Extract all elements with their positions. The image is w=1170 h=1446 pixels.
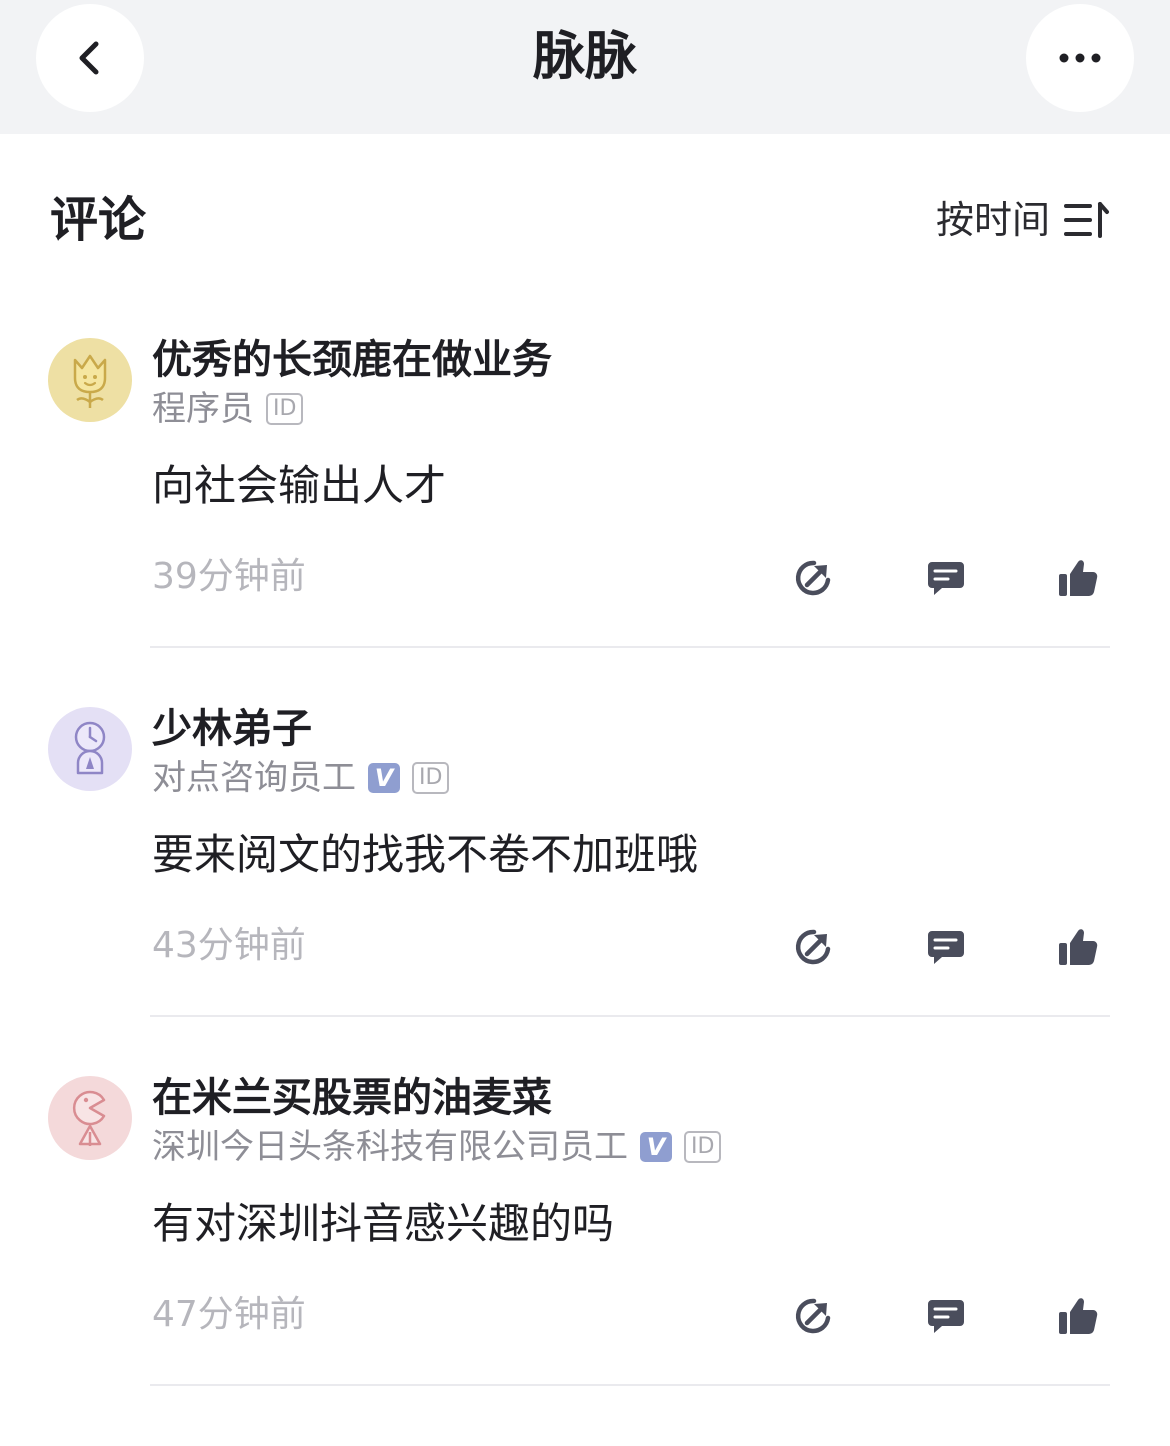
like-button[interactable] (1056, 925, 1100, 969)
sort-icon (1064, 202, 1109, 238)
id-badge: ID (412, 762, 450, 794)
comment-item: 优秀的长颈鹿在做业务 程序员 ID 向社会输出人才 39分钟前 (0, 337, 1170, 708)
page-title: 脉脉 (532, 27, 637, 87)
top-bar: 脉脉 (0, 0, 1170, 134)
author-name[interactable]: 优秀的长颈鹿在做业务 (152, 332, 552, 388)
divider (150, 1015, 1110, 1017)
more-button[interactable] (1026, 4, 1134, 112)
share-button[interactable] (792, 1294, 836, 1338)
comment-item: 在米兰买股票的油麦菜 深圳今日头条科技有限公司员工 V ID 有对深圳抖音感兴趣… (0, 1075, 1170, 1446)
sort-button[interactable]: 按时间 (936, 192, 1110, 248)
comments-header: 评论 按时间 (0, 180, 1170, 260)
avatar[interactable] (48, 1076, 132, 1160)
avatar[interactable] (48, 707, 132, 791)
author-meta: 程序员 ID (152, 386, 304, 432)
reply-button[interactable] (924, 556, 968, 600)
reply-icon (928, 1300, 964, 1333)
comment-item: 少林弟子 对点咨询员工 V ID 要来阅文的找我不卷不加班哦 43分钟前 (0, 706, 1170, 1077)
share-button[interactable] (792, 556, 836, 600)
comment-text: 有对深圳抖音感兴趣的吗 (152, 1199, 615, 1248)
pacman-avatar-icon (72, 1090, 106, 1146)
thumbs-up-icon (1059, 560, 1098, 596)
comment-time: 47分钟前 (152, 1294, 306, 1335)
divider (150, 1384, 1110, 1386)
like-button[interactable] (1056, 1294, 1100, 1338)
comments-title: 评论 (50, 192, 147, 248)
divider (150, 646, 1110, 648)
author-title: 对点咨询员工 (152, 758, 356, 798)
reply-button[interactable] (924, 1294, 968, 1338)
author-name[interactable]: 在米兰买股票的油麦菜 (152, 1070, 552, 1126)
author-title: 深圳今日头条科技有限公司员工 (152, 1127, 628, 1167)
reply-button[interactable] (924, 925, 968, 969)
reply-icon (928, 562, 964, 595)
comment-time: 39分钟前 (152, 556, 306, 597)
thumbs-up-icon (1059, 929, 1098, 965)
author-title: 程序员 (152, 389, 254, 429)
author-meta: 深圳今日头条科技有限公司员工 V ID (152, 1124, 722, 1170)
reply-icon (928, 931, 964, 964)
verified-badge: V (640, 1132, 672, 1162)
id-badge: ID (266, 393, 304, 425)
avatar[interactable] (48, 338, 132, 422)
comment-text: 要来阅文的找我不卷不加班哦 (152, 830, 699, 879)
author-meta: 对点咨询员工 V ID (152, 755, 450, 801)
sort-label: 按时间 (935, 198, 1050, 242)
clock-avatar-icon (74, 721, 106, 775)
share-icon (795, 929, 831, 965)
verified-badge: V (368, 763, 400, 793)
like-button[interactable] (1056, 556, 1100, 600)
comment-text: 向社会输出人才 (152, 461, 447, 510)
share-icon (795, 560, 831, 596)
tulip-avatar-icon (73, 354, 107, 408)
comment-time: 43分钟前 (152, 925, 306, 966)
id-badge: ID (684, 1131, 722, 1163)
thumbs-up-icon (1059, 1298, 1098, 1334)
more-dots-icon (1059, 53, 1101, 63)
share-icon (795, 1298, 831, 1334)
author-name[interactable]: 少林弟子 (152, 701, 312, 757)
share-button[interactable] (792, 925, 836, 969)
